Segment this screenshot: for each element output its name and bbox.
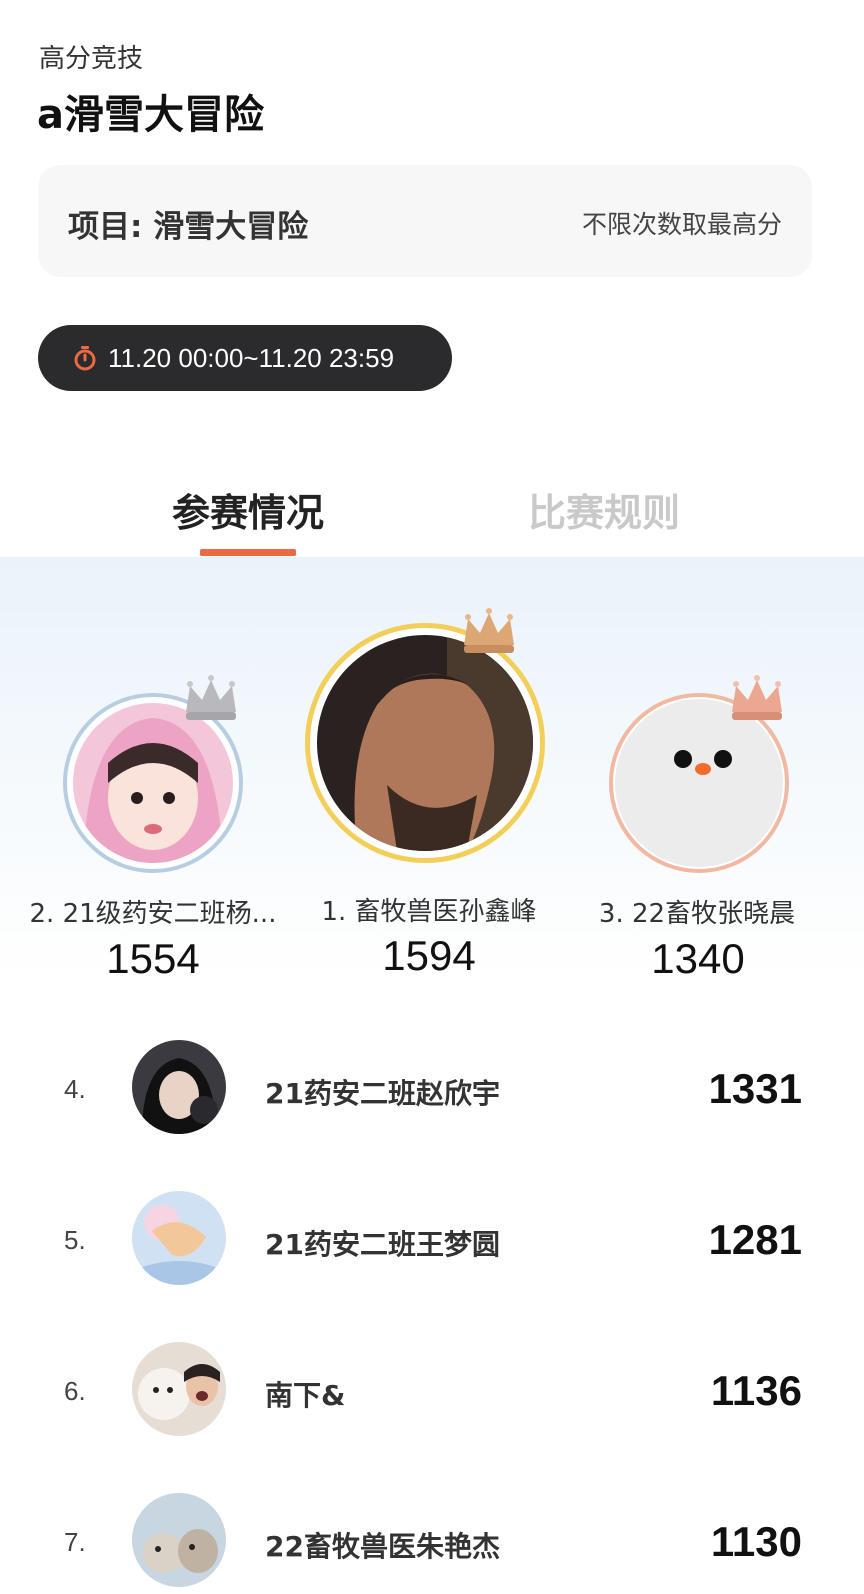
gold-crown-icon [464,608,514,653]
rank-number: 4. [64,1074,86,1104]
rank-score: 1331 [708,1065,802,1112]
avatar [132,1493,226,1587]
list-item[interactable]: 6. 南下& 1136 [0,1322,864,1462]
podium-name-1: 1. 畜牧兽医孙鑫峰 [321,897,537,927]
avatar [132,1191,226,1285]
tab-participation[interactable]: 参赛情况 [172,482,324,537]
rank-number: 7. [64,1527,86,1557]
rank-name: 21药安二班赵欣宇 [265,1077,500,1110]
avatar-photo [317,635,533,851]
page-title: a滑雪大冒险 [37,92,264,138]
project-card: 项目: 滑雪大冒险 不限次数取最高分 [38,165,812,277]
project-label: 项目: 滑雪大冒险 [68,209,309,245]
bronze-crown-icon [732,675,782,720]
podium-score-1: 1594 [382,932,476,979]
podium-score-2: 1554 [106,935,200,982]
page-subtitle: 高分竞技 [39,44,144,74]
rank-name: 21药安二班王梦圆 [265,1228,500,1261]
podium-name-2: 2. 21级药安二班杨... [29,899,277,929]
time-range-pill: 11.20 00:00~11.20 23:59 [38,325,452,391]
ranking-list: 4. 21药安二班赵欣宇 1331 5. 21药安二班王梦圆 1281 6. 南… [0,1020,864,1594]
timer-icon [74,346,96,371]
avatar [132,1040,226,1134]
avatar-photo [73,703,233,863]
list-item[interactable]: 4. 21药安二班赵欣宇 1331 [0,1020,864,1160]
active-tab-indicator [200,549,296,556]
rank-name: 南下& [265,1379,346,1412]
scoring-rule-note: 不限次数取最高分 [581,210,782,239]
list-item[interactable]: 7. 22畜牧兽医朱艳杰 1130 [0,1473,864,1594]
rank-number: 6. [64,1376,86,1406]
rank-number: 5. [64,1225,86,1255]
avatar [132,1342,226,1436]
rank-name: 22畜牧兽医朱艳杰 [265,1530,500,1563]
avatar-photo [615,699,783,867]
rank-score: 1136 [710,1367,802,1414]
silver-crown-icon [186,675,236,720]
time-range-text: 11.20 00:00~11.20 23:59 [108,342,395,373]
podium-name-3: 3. 22畜牧张晓晨 [598,899,796,929]
rank-score: 1130 [710,1518,802,1565]
rank-score: 1281 [708,1216,802,1263]
list-item[interactable]: 5. 21药安二班王梦圆 1281 [0,1171,864,1311]
podium-score-3: 1340 [651,935,745,982]
podium-avatar-1[interactable] [305,623,545,863]
tab-rules[interactable]: 比赛规则 [528,482,680,537]
